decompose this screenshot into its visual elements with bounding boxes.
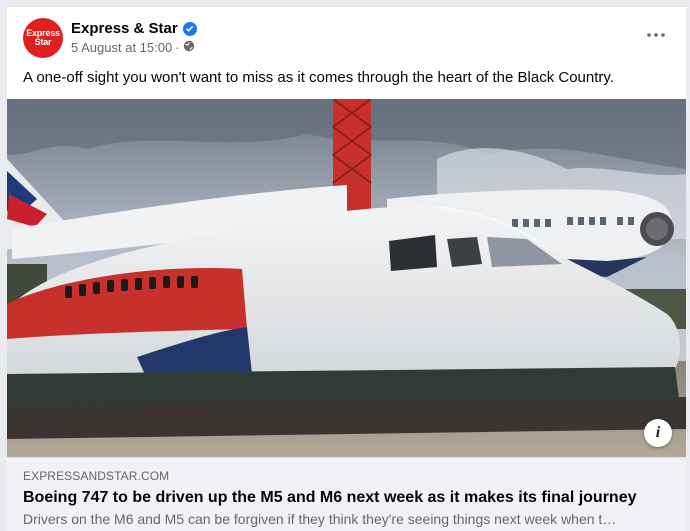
facebook-post-card: Express Star Express & Star 5 August at … (7, 6, 686, 531)
timestamp[interactable]: 5 August at 15:00 (71, 40, 172, 55)
post-meta: 5 August at 15:00 · (71, 40, 195, 55)
verified-badge-icon (182, 21, 197, 36)
page-name[interactable]: Express & Star (71, 20, 178, 37)
link-headline[interactable]: Boeing 747 to be driven up the M5 and M6… (23, 489, 637, 507)
link-description: Drivers on the M6 and M5 can be forgiven… (23, 511, 617, 527)
more-options-icon[interactable] (644, 25, 668, 45)
post-image[interactable]: i (7, 99, 686, 457)
page-name-row: Express & Star (71, 20, 197, 37)
link-domain: EXPRESSANDSTAR.COM (23, 469, 170, 483)
post-caption: A one-off sight you won't want to miss a… (23, 69, 614, 86)
info-icon-glyph: i (655, 424, 661, 441)
avatar[interactable]: Express Star (23, 18, 63, 58)
avatar-line2: Star (34, 37, 52, 47)
info-icon[interactable]: i (644, 419, 672, 447)
globe-icon (183, 40, 195, 55)
boeing-747-photo (7, 99, 686, 457)
meta-separator: · (175, 40, 180, 55)
post-header: Express Star Express & Star 5 August at … (7, 7, 686, 62)
link-preview[interactable]: EXPRESSANDSTAR.COM Boeing 747 to be driv… (7, 457, 686, 531)
